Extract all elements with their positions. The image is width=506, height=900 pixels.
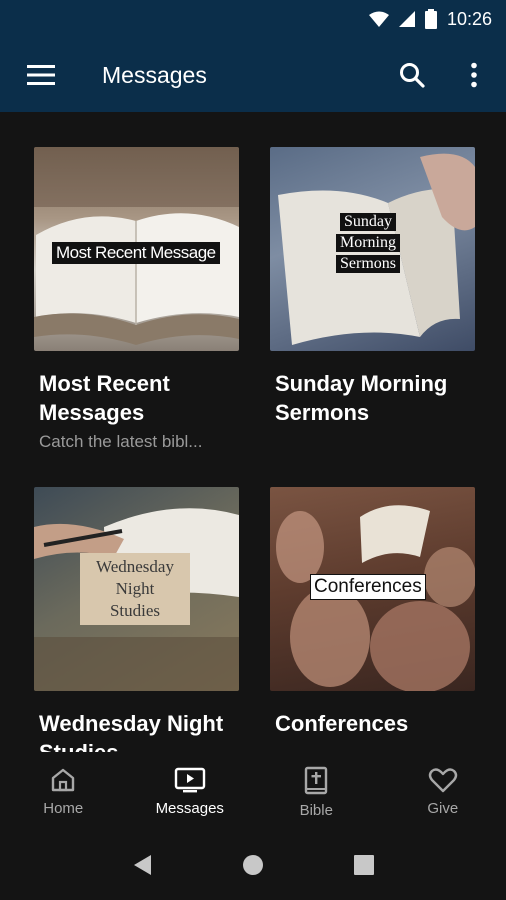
nav-label: Bible: [299, 802, 333, 819]
card-conferences[interactable]: Conferences Conferences: [270, 487, 475, 738]
card-title: Sunday Morning Sermons: [275, 371, 448, 425]
card-image-label: Conferences: [310, 574, 426, 600]
nav-label: Home: [43, 800, 84, 817]
nav-messages[interactable]: Messages: [127, 752, 254, 830]
bible-icon: [305, 766, 328, 795]
menu-button[interactable]: [24, 58, 58, 92]
card-wednesday-night-studies[interactable]: Wednesday Night Studies Wednesday Night …: [34, 487, 239, 752]
battery-icon: [424, 9, 437, 29]
card-title: Conferences: [275, 711, 409, 736]
card-image: Most Recent Message: [34, 147, 239, 351]
nav-label: Give: [427, 800, 459, 817]
image-label-line: Night: [115, 579, 155, 598]
nav-bible[interactable]: Bible: [253, 752, 380, 830]
back-icon[interactable]: [131, 853, 153, 877]
app-bar: Messages: [0, 38, 506, 112]
card-image: Wednesday Night Studies: [34, 487, 239, 691]
image-label-line: Morning: [336, 234, 400, 252]
page-title: Messages: [102, 61, 207, 88]
signal-icon: [398, 11, 415, 27]
bottom-navigation: Home Messages Bible Give: [0, 752, 506, 830]
nav-give[interactable]: Give: [380, 752, 506, 830]
overflow-menu-button[interactable]: [454, 55, 494, 95]
card-title: Most Recent Messages: [39, 371, 170, 425]
nav-home[interactable]: Home: [0, 752, 127, 830]
card-title: Wednesday Night Studies: [39, 711, 224, 752]
card-most-recent-messages[interactable]: Most Recent Message Most Recent Messages…: [34, 147, 239, 452]
card-image-label: Most Recent Message: [52, 242, 220, 264]
image-label-line: Studies: [109, 601, 161, 620]
wifi-icon: [368, 11, 389, 27]
card-image: Sunday Morning Sermons: [270, 147, 475, 351]
search-icon: [400, 63, 425, 88]
card-sunday-morning-sermons[interactable]: Sunday Morning Sermons Sunday Morning Se…: [270, 147, 475, 427]
search-button[interactable]: [392, 55, 432, 95]
more-vert-icon: [471, 62, 477, 88]
image-label-line: Sermons: [336, 255, 400, 273]
hamburger-icon: [27, 65, 55, 85]
card-image-label: Sunday Morning Sermons: [336, 213, 400, 273]
home-circle-icon[interactable]: [241, 853, 265, 877]
image-label-line: Sunday: [340, 213, 396, 231]
nav-label: Messages: [155, 800, 224, 817]
card-subtitle: Catch the latest bibl...: [39, 432, 203, 451]
card-image-label: Wednesday Night Studies: [80, 553, 190, 625]
status-time: 10:26: [446, 8, 492, 29]
image-label-line: Wednesday: [96, 557, 174, 576]
status-bar: 10:26: [0, 0, 506, 38]
system-navigation-bar: [0, 830, 506, 900]
home-icon: [52, 768, 75, 792]
messages-grid: Most Recent Message Most Recent Messages…: [0, 112, 506, 752]
tv-icon: [174, 767, 205, 793]
recents-icon[interactable]: [353, 854, 375, 876]
heart-icon: [428, 768, 457, 793]
card-image: Conferences: [270, 487, 475, 691]
